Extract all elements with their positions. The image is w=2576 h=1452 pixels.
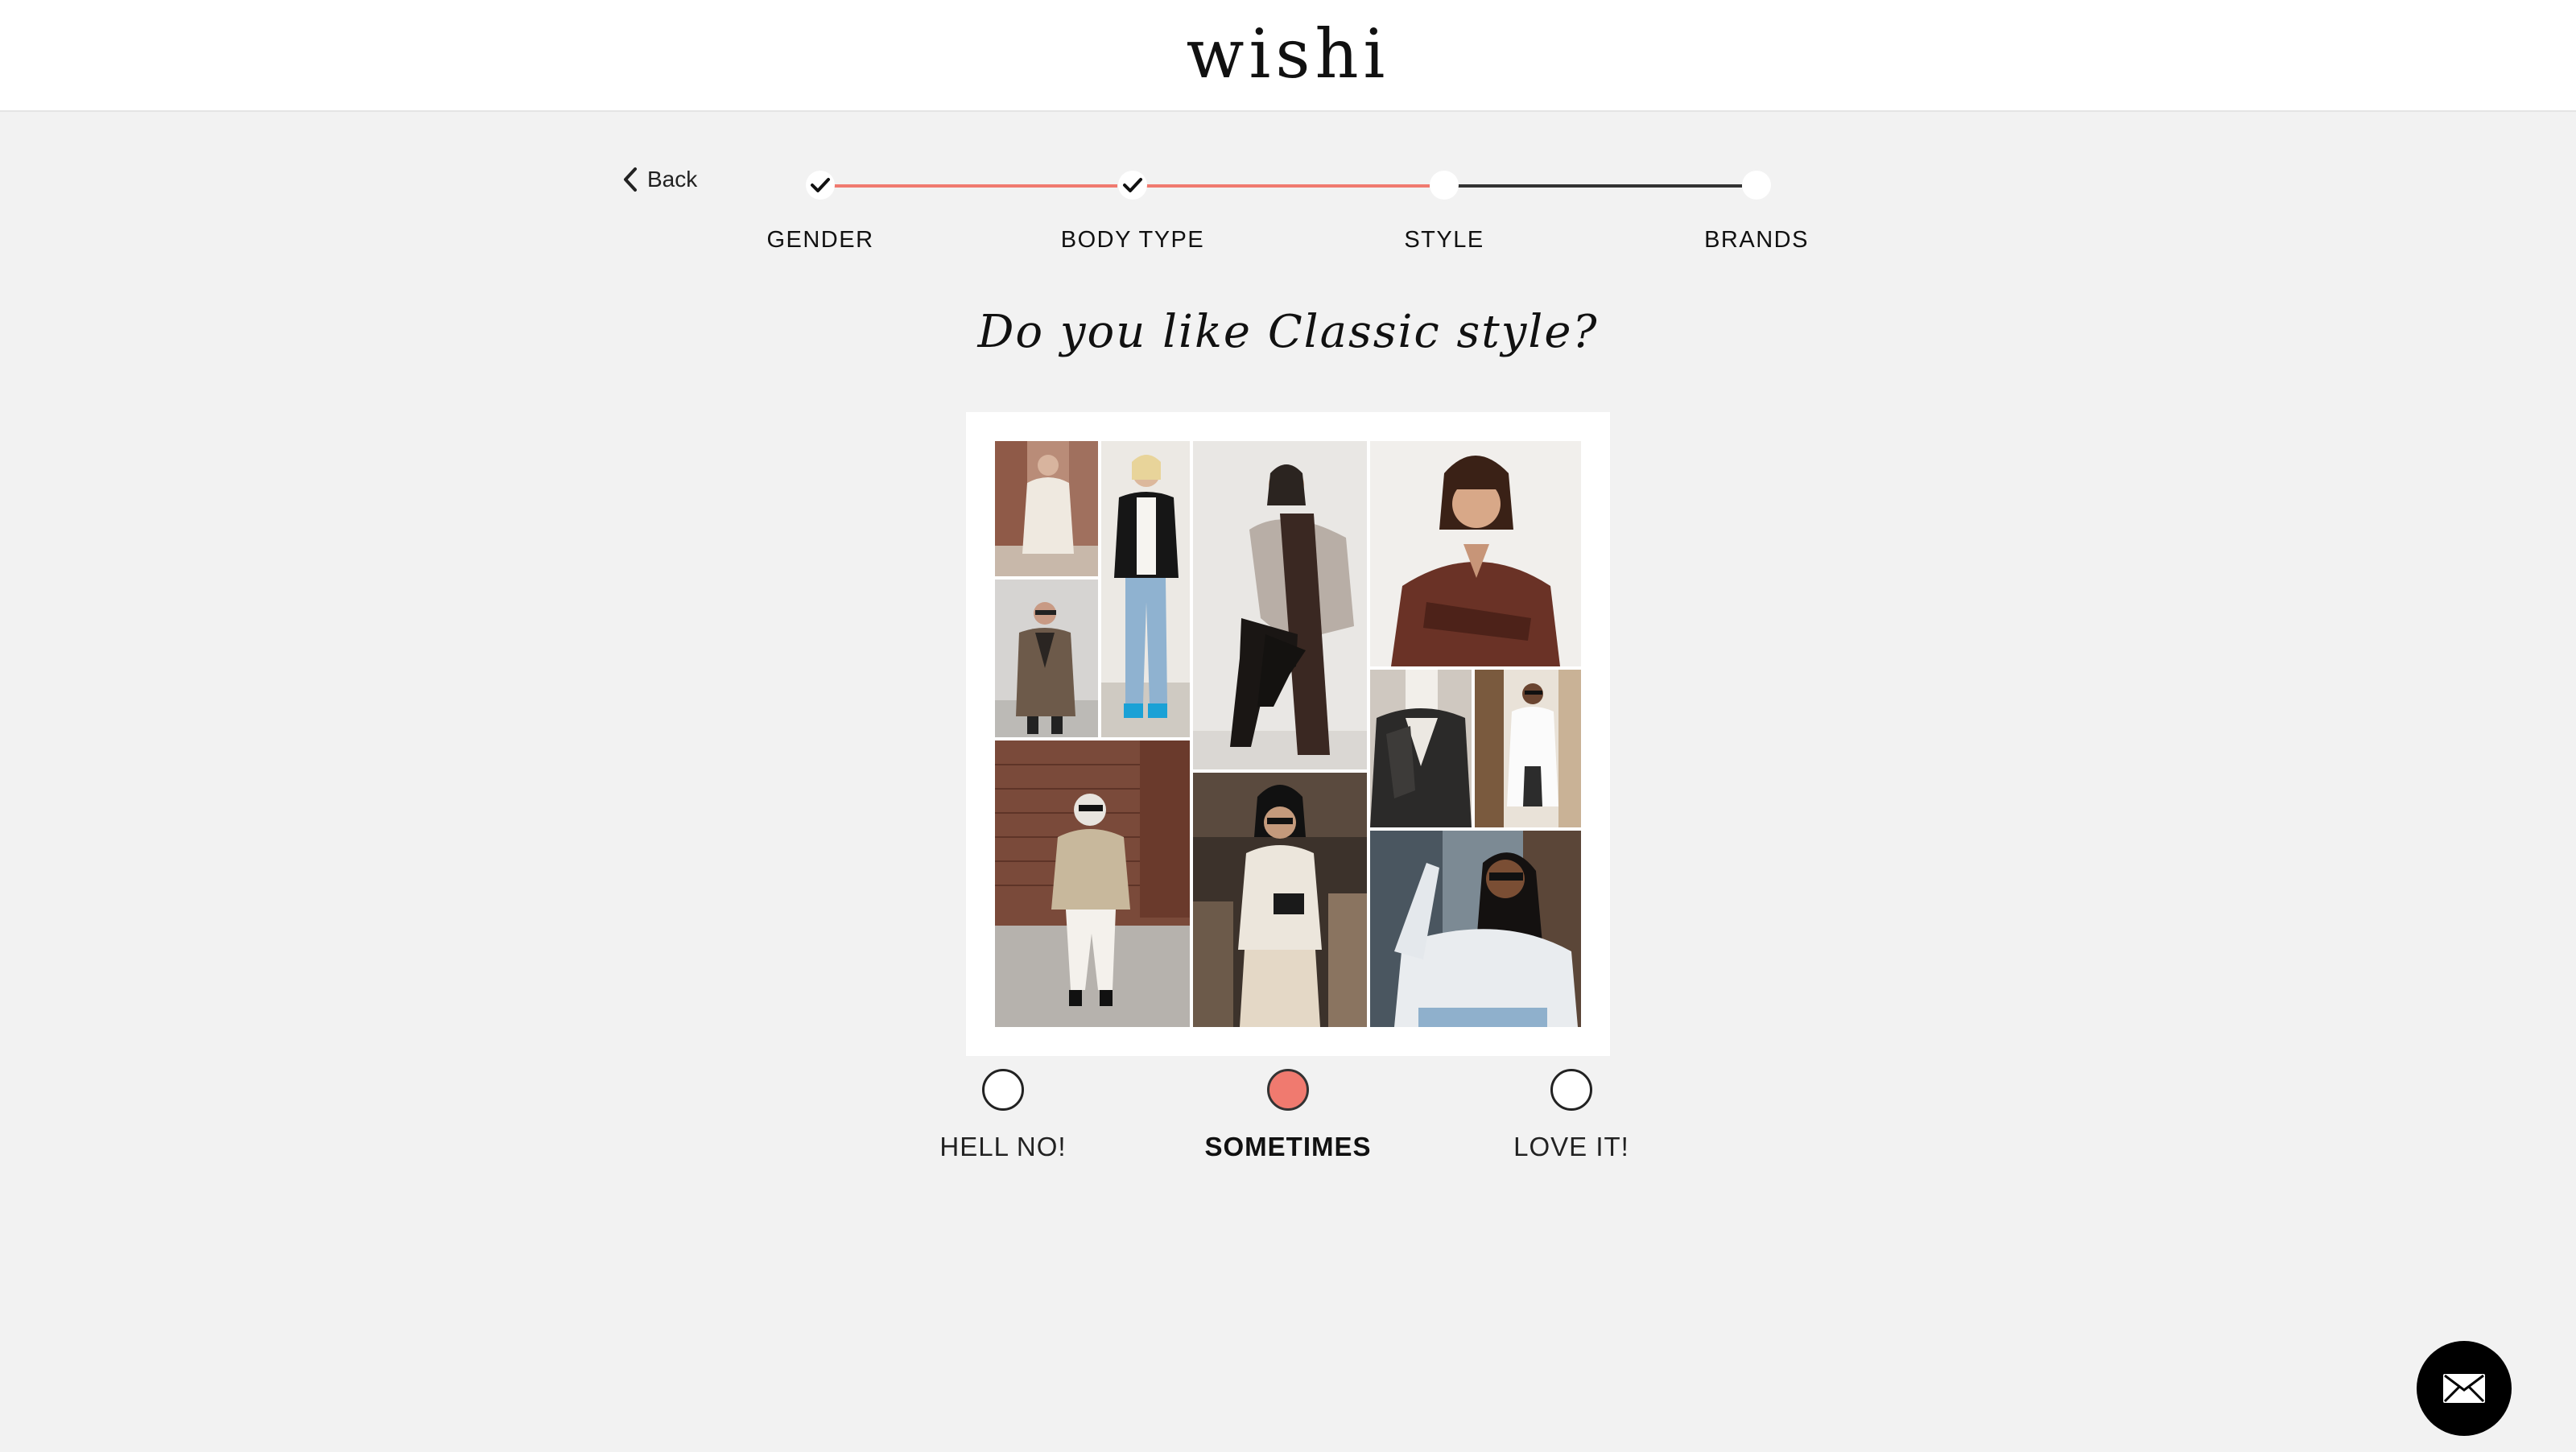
step-label-gender: GENDER [766,227,874,253]
step-label-body-type: BODY TYPE [1060,227,1205,253]
collage-photo [1475,670,1581,827]
step-dot-style [1430,171,1459,200]
option-radio-love-it[interactable] [1550,1069,1592,1111]
progress-stepper: GENDER BODY TYPE STYLE BRANDS [0,0,2576,274]
option-label-hell-no[interactable]: HELL NO! [858,1132,1148,1162]
collage-photo [1193,773,1367,1027]
step-label-brands: BRANDS [1704,227,1809,253]
checkmark-icon [811,178,830,192]
step-dot-brands [1742,171,1771,200]
collage-photo [995,580,1098,737]
step-connector-3 [1444,184,1742,188]
step-dot-gender [806,171,835,200]
option-radio-hell-no[interactable] [982,1069,1024,1111]
option-radio-sometimes[interactable] [1267,1069,1309,1111]
collage-photo [1370,441,1581,666]
collage-photo [995,441,1098,576]
option-label-sometimes[interactable]: SOMETIMES [1143,1132,1433,1162]
collage-photo [1370,670,1472,827]
collage-photo [1101,441,1190,737]
collage-photo [1193,441,1367,769]
style-collage [966,412,1610,1056]
question-title: Do you like Classic style? [977,306,1599,358]
step-connector-1 [819,184,1117,188]
chat-button[interactable] [2417,1341,2512,1436]
step-dot-body-type [1118,171,1147,200]
step-connector-2 [1132,184,1430,188]
checkmark-icon [1123,178,1142,192]
option-label-love-it[interactable]: LOVE IT! [1426,1132,1716,1162]
collage-photo [995,740,1190,1027]
step-label-style: STYLE [1404,227,1484,253]
collage-photo [1370,831,1581,1027]
envelope-icon [2443,1374,2485,1403]
